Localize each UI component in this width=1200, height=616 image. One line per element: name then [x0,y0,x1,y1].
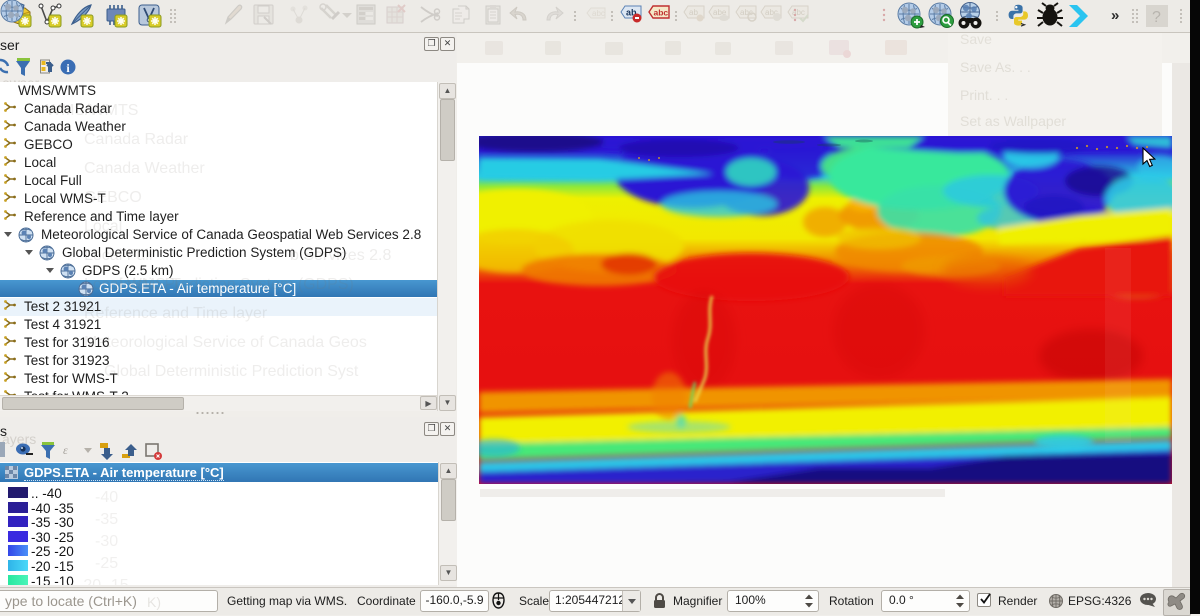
svg-text:ab: ab [689,8,698,17]
svg-text:ε: ε [63,443,68,457]
svg-text:abc: abc [592,9,605,18]
svg-text:»: » [1111,7,1119,24]
svg-text:abc: abc [654,8,669,18]
svg-text:abc: abc [792,8,805,17]
svg-text:?: ? [1152,9,1161,26]
